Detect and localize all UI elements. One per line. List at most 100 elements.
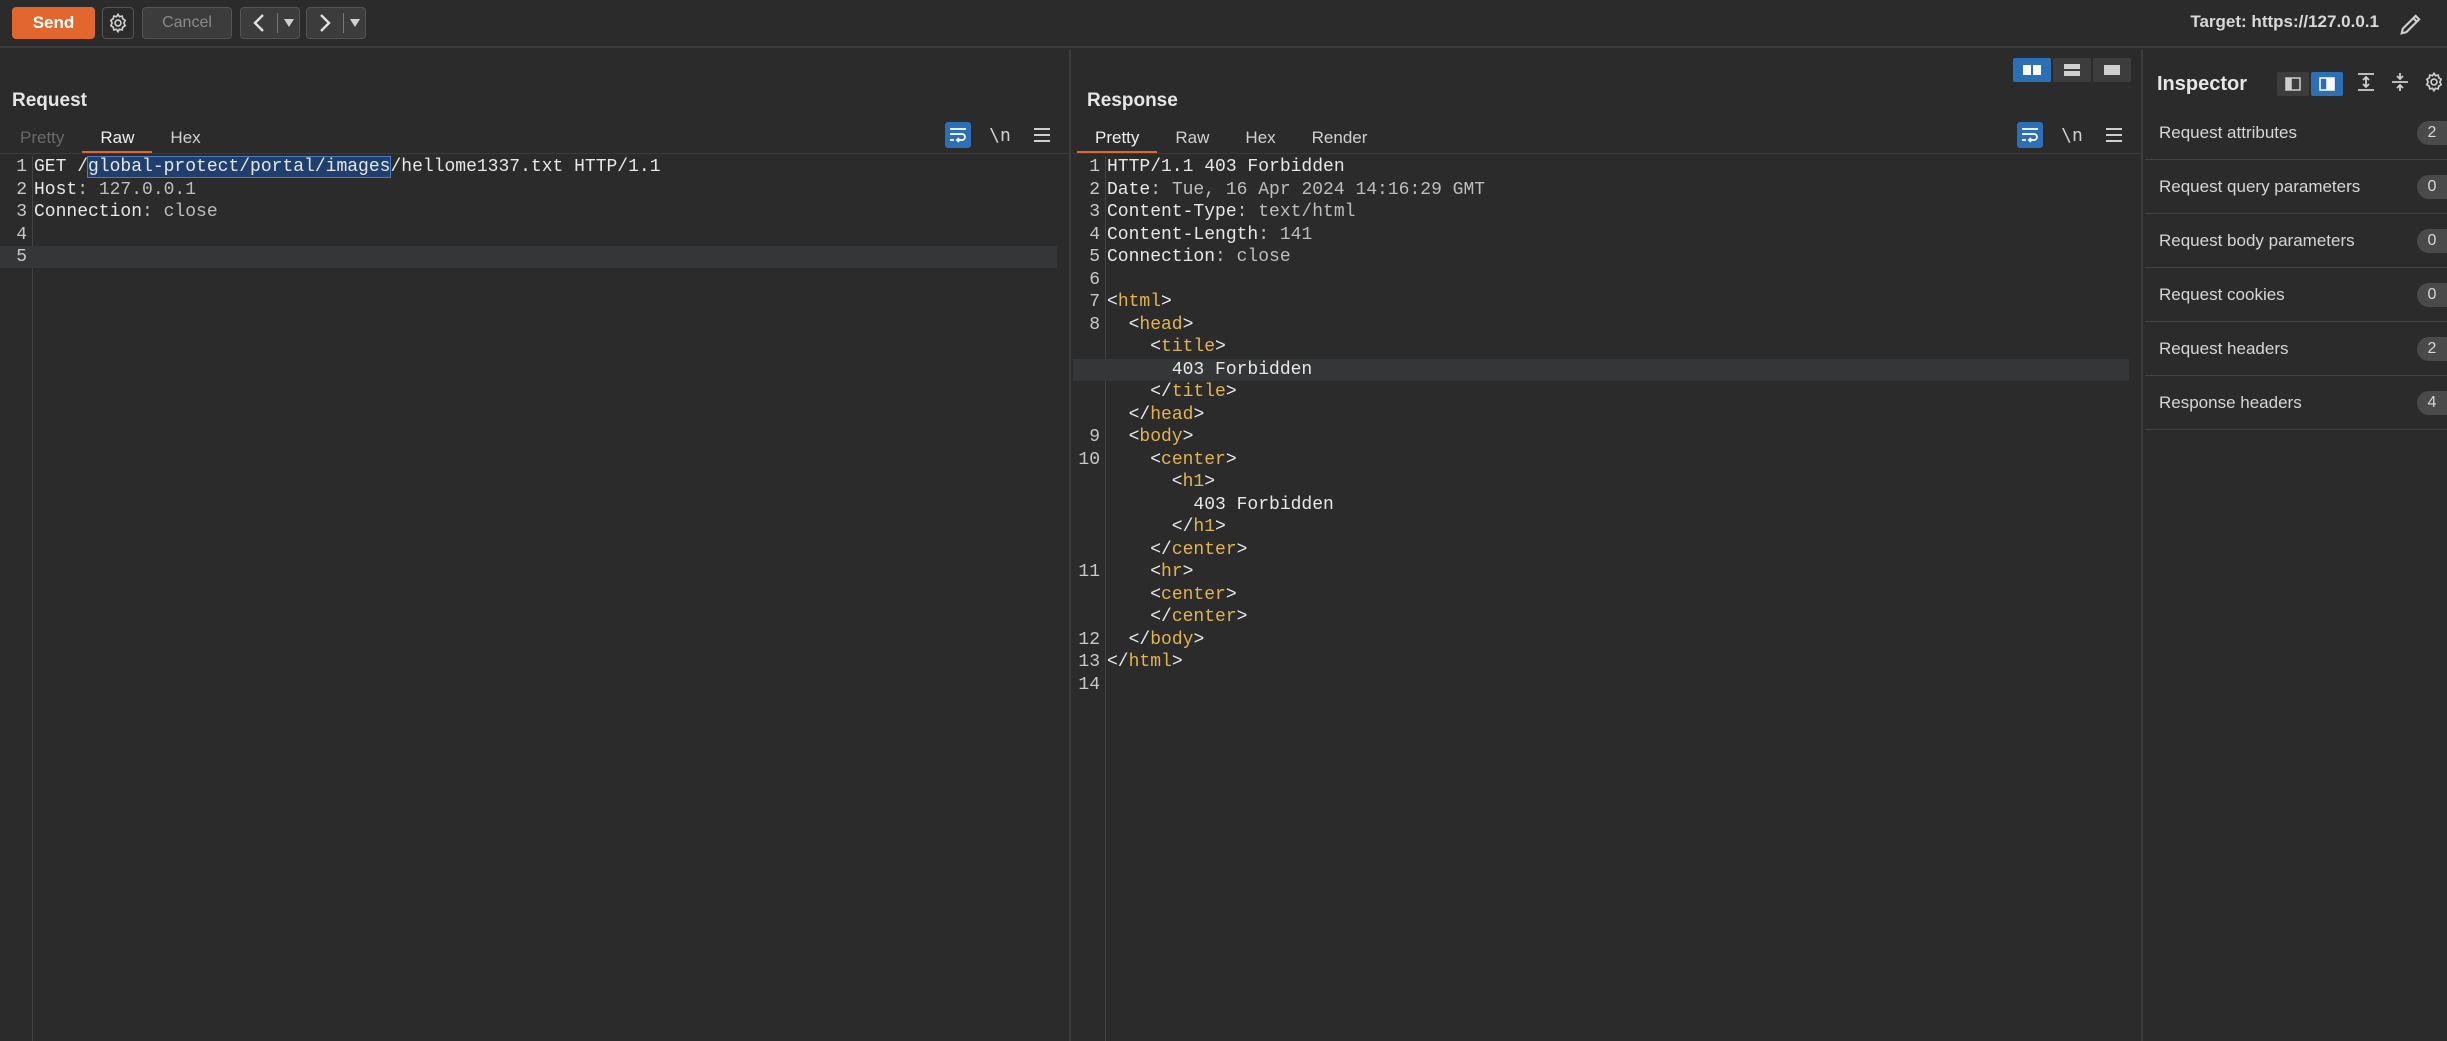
code-line[interactable]: 14 [1073, 674, 2129, 696]
code-token: > [1171, 652, 1183, 672]
code-line[interactable]: 8 <head> [1073, 314, 2129, 336]
layout-stacked-button[interactable] [2053, 58, 2091, 82]
line-code: <html> [1107, 291, 1172, 313]
request-newline-toggle[interactable]: \n [987, 125, 1013, 146]
inspector-row-request-body-parameters[interactable]: Request body parameters 0 [2145, 214, 2447, 268]
request-editor[interactable]: 1 GET /global-protect/portal/images/hello… [0, 156, 1069, 1041]
code-line[interactable]: </center> [1073, 606, 2129, 628]
inspector-row-request-headers[interactable]: Request headers 2 [2145, 322, 2447, 376]
expand-all-button[interactable] [2355, 71, 2377, 98]
line-code: </body> [1107, 629, 1205, 651]
code-line[interactable]: 11 <hr> [1073, 561, 2129, 583]
inspector-settings-button[interactable] [2423, 71, 2445, 98]
code-token: > [1215, 337, 1226, 357]
line-number: 1 [16, 157, 27, 177]
code-token: h1 [1193, 517, 1216, 537]
line-number: 2 [1089, 179, 1100, 200]
tab-request-raw[interactable]: Raw [82, 124, 153, 154]
edit-target-button[interactable] [2393, 6, 2429, 42]
response-menu-button[interactable] [2101, 127, 2127, 143]
line-number: 3 [1089, 202, 1100, 222]
code-line[interactable]: 7 <html> [1073, 291, 2129, 313]
caret-down-icon[interactable] [278, 19, 299, 27]
response-newline-toggle[interactable]: \n [2059, 125, 2085, 146]
code-line[interactable]: </h1> [1073, 516, 2129, 538]
code-line[interactable]: 3 Connection: close [0, 201, 1057, 223]
code-line[interactable]: 5 Connection: close [1073, 246, 2129, 268]
code-token: body [1150, 629, 1194, 650]
line-number: 5 [16, 247, 27, 267]
code-line[interactable]: 13 </html> [1073, 651, 2129, 673]
inspector-right-dock-button[interactable] [2311, 72, 2343, 96]
code-line[interactable]: 1 HTTP/1.1 403 Forbidden [1073, 156, 2129, 178]
target-label: Target: https://127.0.0.1 [2190, 12, 2379, 31]
code-line[interactable]: 4 [0, 224, 1057, 246]
code-line[interactable]: 12 </body> [1073, 629, 2129, 651]
code-token: : close [142, 202, 218, 222]
code-line[interactable]: 5 [0, 246, 1057, 268]
top-toolbar: Send Cancel Target: https://127.0.0.1 [0, 0, 2447, 48]
inspector-row-label: Request query parameters [2159, 176, 2361, 196]
cancel-button[interactable]: Cancel [142, 7, 232, 39]
tab-response-raw[interactable]: Raw [1157, 124, 1227, 154]
inspector-row-request-cookies[interactable]: Request cookies 0 [2145, 268, 2447, 322]
code-token: Content-Type [1107, 202, 1237, 222]
code-token: html [1117, 292, 1162, 312]
code-line[interactable]: 2 Host: 127.0.0.1 [0, 179, 1057, 201]
divider [0, 153, 1069, 154]
tab-response-render[interactable]: Render [1294, 124, 1386, 154]
code-line[interactable]: <center> [1073, 584, 2129, 606]
code-token: </ [1107, 607, 1172, 627]
single-layout-icon [2104, 65, 2120, 75]
code-token: title [1161, 337, 1216, 357]
divider [1073, 153, 2141, 154]
code-line[interactable]: </title> [1073, 381, 2129, 403]
history-back-button[interactable] [240, 7, 300, 39]
code-line[interactable]: 2 Date: Tue, 16 Apr 2024 14:16:29 GMT [1073, 179, 2129, 201]
collapse-all-button[interactable] [2389, 71, 2411, 98]
send-button[interactable]: Send [12, 7, 95, 39]
code-line[interactable]: </head> [1073, 404, 2129, 426]
code-line[interactable]: 9 <body> [1073, 426, 2129, 448]
code-token: center [1171, 607, 1237, 627]
settings-gear-button[interactable] [102, 7, 134, 39]
code-token: center [1171, 539, 1237, 560]
tab-response-hex[interactable]: Hex [1227, 124, 1293, 154]
line-number: 7 [1089, 292, 1100, 312]
code-line[interactable]: 3 Content-Type: text/html [1073, 201, 2129, 223]
tab-response-pretty[interactable]: Pretty [1077, 124, 1158, 154]
inspector-row-response-headers[interactable]: Response headers 4 [2145, 376, 2447, 430]
inspector-header: Inspector [2157, 66, 2447, 102]
code-line[interactable]: 403 Forbidden [1073, 358, 2129, 381]
code-token: center [1161, 584, 1226, 605]
request-wrap-toggle[interactable] [945, 122, 971, 148]
tab-request-hex[interactable]: Hex [152, 124, 218, 154]
response-editor[interactable]: 1 HTTP/1.1 403 Forbidden 2 Date: Tue, 16 Ap… [1073, 156, 2141, 1041]
inspector-row-request-query-parameters[interactable]: Request query parameters 0 [2145, 160, 2447, 214]
word-wrap-icon [2022, 128, 2038, 143]
response-wrap-toggle[interactable] [2017, 122, 2043, 148]
code-line[interactable]: 10 <center> [1073, 449, 2129, 471]
code-token: > [1204, 472, 1216, 492]
layout-single-button[interactable] [2093, 58, 2131, 82]
code-line[interactable]: 6 [1073, 269, 2129, 291]
code-line[interactable]: 403 Forbidden [1073, 494, 2129, 516]
hamburger-menu-icon [2106, 128, 2122, 142]
tab-request-pretty[interactable]: Pretty [2, 124, 82, 154]
code-line[interactable]: 4 Content-Length: 141 [1073, 224, 2129, 246]
inspector-left-dock-button[interactable] [2277, 72, 2309, 96]
line-code: Content-Length: 141 [1107, 224, 1312, 246]
code-line[interactable]: 1 GET /global-protect/portal/images/hello… [0, 156, 1057, 178]
line-code: Connection: close [34, 201, 218, 223]
inspector-row-request-attributes[interactable]: Request attributes 2 [2145, 106, 2447, 160]
code-line[interactable]: <h1> [1073, 471, 2129, 493]
code-token: Content-Length [1107, 224, 1259, 245]
code-line[interactable]: <title> [1073, 336, 2129, 358]
caret-down-icon[interactable] [344, 19, 365, 27]
layout-side-by-side-button[interactable] [2013, 58, 2051, 82]
inspector-count-badge: 2 [2417, 120, 2447, 145]
code-line[interactable]: </center> [1073, 539, 2129, 561]
history-forward-button[interactable] [306, 7, 366, 39]
request-menu-button[interactable] [1029, 127, 1055, 143]
word-wrap-icon [950, 128, 966, 143]
